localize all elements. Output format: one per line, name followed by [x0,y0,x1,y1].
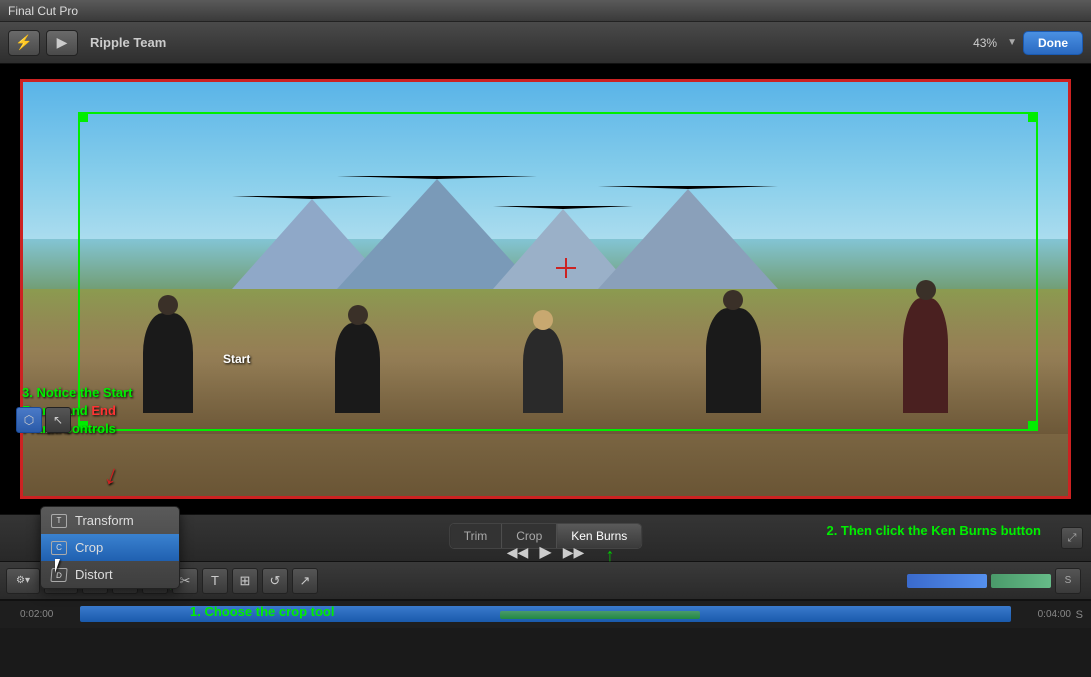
tab-trim[interactable]: Trim [450,524,503,548]
waveform-green [991,574,1051,588]
cut-icon: ✂ [180,573,191,589]
transform-icon: ⬡ [24,413,34,427]
ken-burns-annotation: 2. Then click the Ken Burns button [826,523,1041,538]
people-area [75,186,1016,414]
person-head-2 [348,305,368,325]
menu-item-distort[interactable]: D Distort [41,561,179,588]
menu-item-crop[interactable]: C Crop [41,534,179,561]
s-marker: S [1076,609,1083,621]
export-icon: ↗ [300,573,311,589]
crop-annotation-text: 1. Choose the crop tool [190,604,334,619]
lightning-icon: ⚡ [15,34,32,51]
transform-menu-icon: T [51,514,67,528]
annotation-line1: 3. Notice the Start [22,385,133,400]
export-tool[interactable]: ↗ [292,568,318,594]
transport-play[interactable]: ▶ [535,541,557,563]
done-button[interactable]: Done [1023,31,1083,55]
person-head-1 [158,295,178,315]
transport-controls: ◀◀ ▶ ▶▶ [507,541,585,563]
play-icon: ▶ [539,542,551,562]
team-name: Ripple Team [90,35,166,50]
grid-tool[interactable]: ⊞ [232,568,258,594]
distort-menu-icon: D [50,568,67,582]
secondary-tool-btn[interactable]: ↖ [45,407,71,433]
crop-label: Crop [75,540,103,555]
title-bar: Final Cut Pro [0,0,1091,22]
text-icon: T [211,573,219,588]
kb-green-arrow: ↑ [606,545,615,566]
timeline-audio-clip[interactable] [500,611,700,619]
timeline: 0:02:00 0:03:00 0:04:00 S [0,600,1091,628]
zoom-level: 43% [973,36,997,50]
time-marker-1: 0:02:00 [20,609,53,620]
expand-button[interactable]: ⤢ [1061,527,1083,549]
person-head-3 [533,310,553,330]
distort-label: Distort [75,567,113,582]
transport-next[interactable]: ▶▶ [563,541,585,563]
next-icon: ▶▶ [563,544,585,561]
annotation-end-red: End [91,403,116,418]
start-label: Start [223,352,250,366]
main-area: End Start 3. Notice the Start Frame and … [0,64,1091,514]
bottom-left-tools: ⬡ ↖ [16,407,71,433]
share-tool[interactable]: ↺ [262,568,288,594]
play-icon: ▶ [57,34,68,51]
play-btn[interactable]: ▶ [46,30,78,56]
person-head-5 [916,280,936,300]
person-head-4 [723,290,743,310]
waveform-blue [907,574,987,588]
top-toolbar: ⚡ ▶ Ripple Team 43% ▼ Done [0,22,1091,64]
zoom-down-arrow[interactable]: ▼ [1007,37,1017,48]
secondary-icon: ↖ [53,413,63,427]
menu-item-transform[interactable]: T Transform [41,507,179,534]
transform-label: Transform [75,513,134,528]
s-indicator[interactable]: S [1055,568,1081,594]
video-frame: End Start [20,79,1071,499]
transport-prev[interactable]: ◀◀ [507,541,529,563]
crop-menu-icon: C [51,541,67,555]
transform-crop-btn[interactable]: ⬡ [16,407,42,433]
share-icon: ↺ [270,573,281,589]
transform-tool-icon: ⚙▾ [16,575,30,586]
text-tool[interactable]: T [202,568,228,594]
time-marker-3: 0:04:00 [1038,609,1071,620]
crosshair [556,258,576,278]
prev-icon: ◀◀ [507,544,529,561]
app-title: Final Cut Pro [8,4,78,18]
grid-icon: ⊞ [240,573,251,589]
lightning-btn[interactable]: ⚡ [8,30,40,56]
transform-tool[interactable]: ⚙▾ [6,568,40,594]
crop-menu-popup: T Transform C Crop D Distort [40,506,180,589]
video-preview: End Start 3. Notice the Start Frame and … [0,64,1091,514]
